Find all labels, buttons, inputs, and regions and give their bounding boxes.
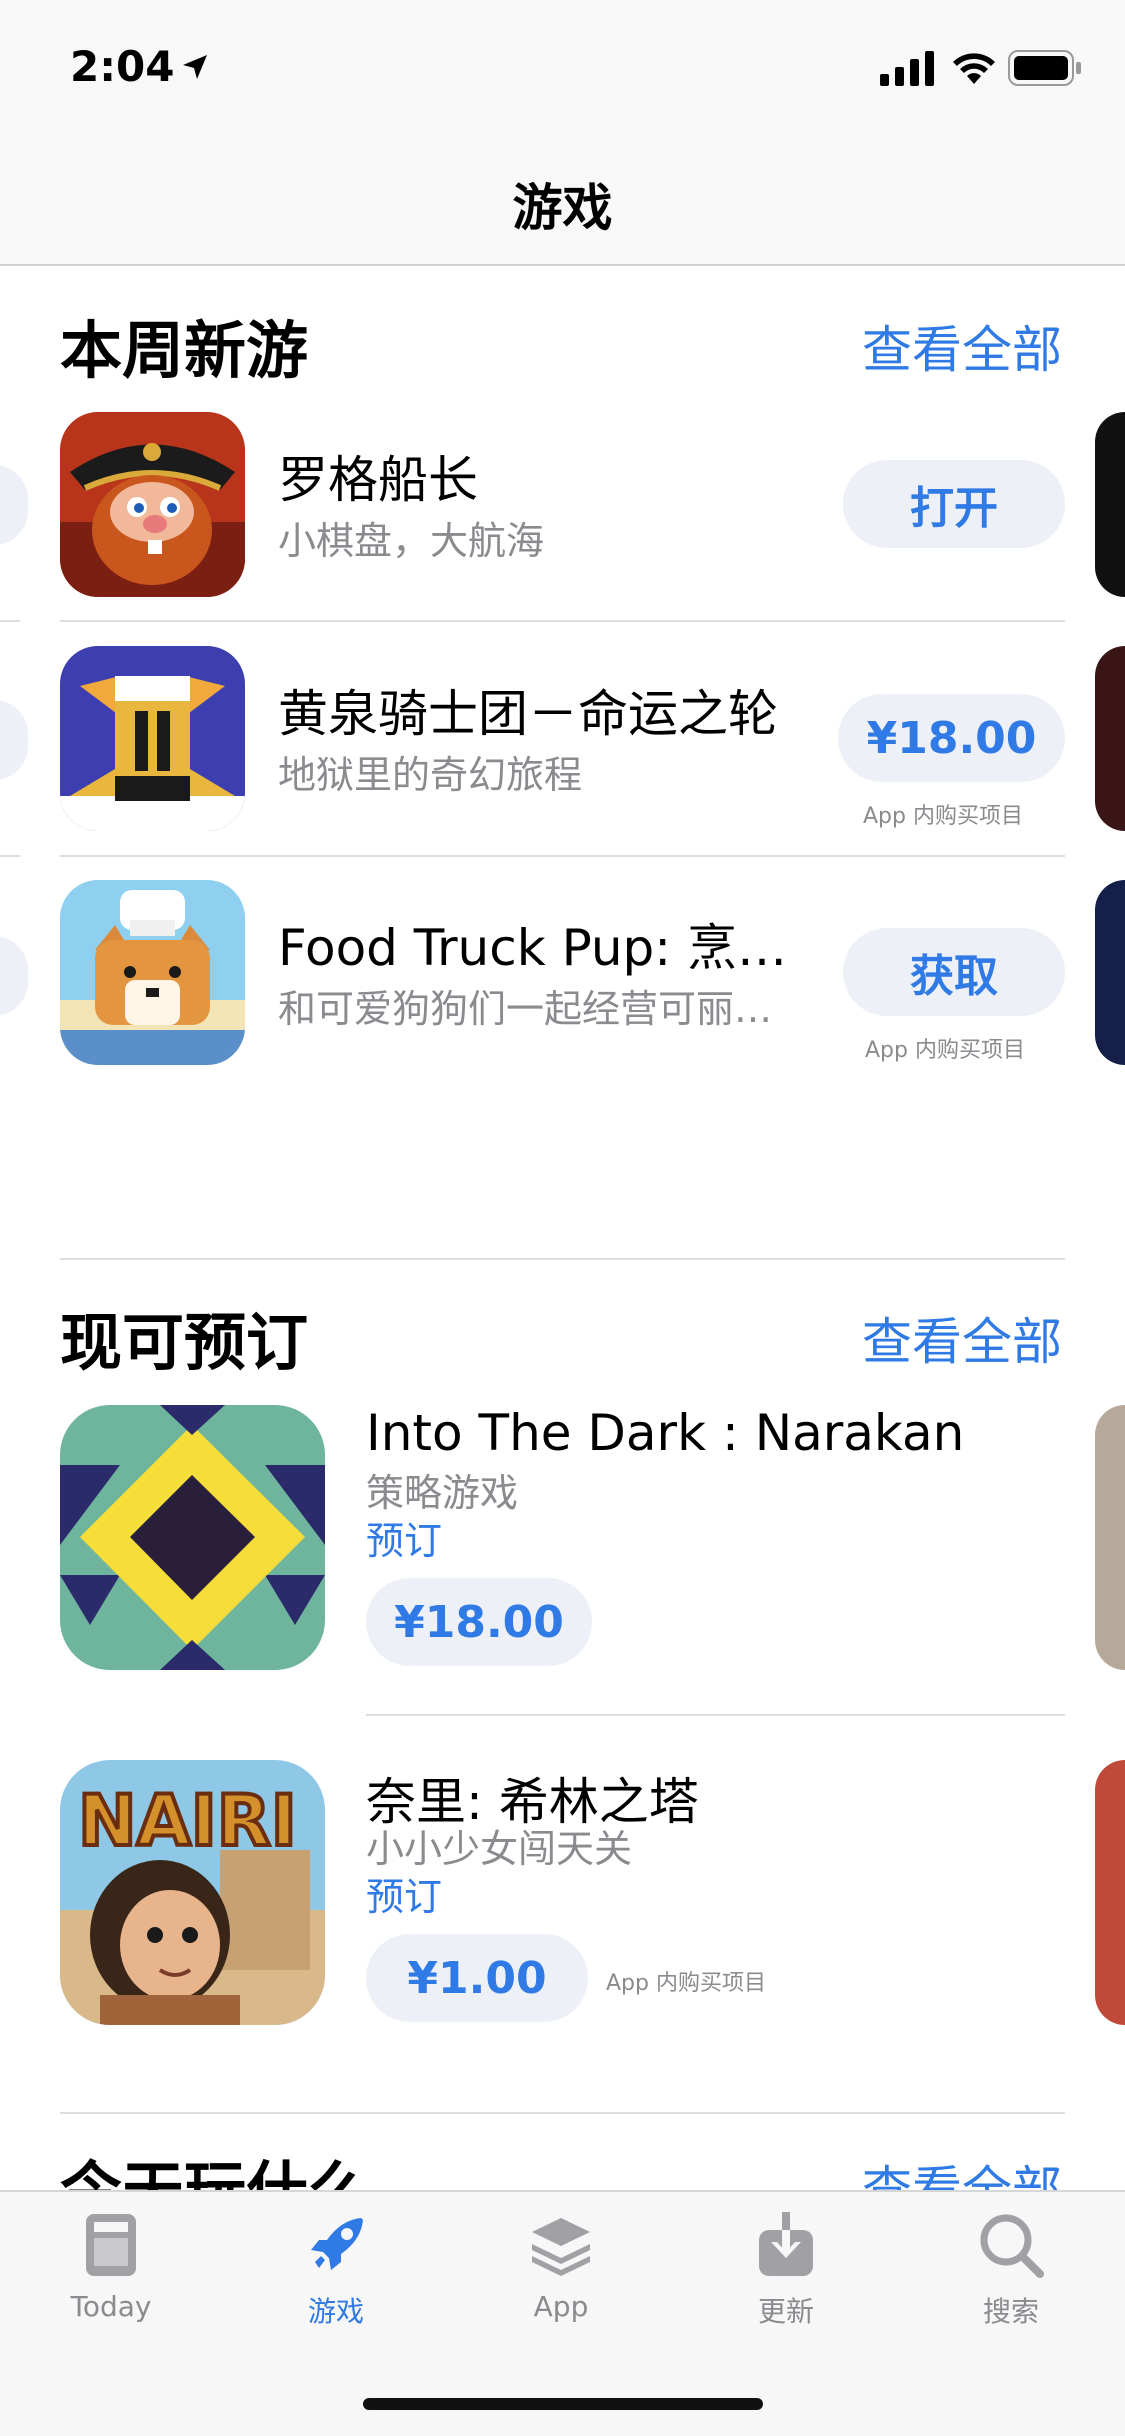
stack-icon xyxy=(532,2218,590,2276)
tab-updates[interactable]: 更新 xyxy=(696,2210,876,2330)
see-all-preorder-link[interactable]: 查看全部 xyxy=(862,1302,1062,1374)
tab-label: Today xyxy=(70,2290,152,2323)
app-title[interactable]: Food Truck Pup: 烹… xyxy=(278,908,787,980)
preorder-tag: 预订 xyxy=(366,1875,443,1919)
tab-apps[interactable]: App xyxy=(471,2210,651,2323)
app-subtitle: 地狱里的奇幻旅程 xyxy=(278,753,583,797)
row-divider xyxy=(60,855,1065,857)
section-divider xyxy=(60,1258,1065,1260)
see-all-new-this-week-link[interactable]: 查看全部 xyxy=(862,310,1062,382)
signal-icon xyxy=(880,51,934,86)
app-subtitle: 和可爱狗狗们一起经营可丽… xyxy=(278,987,773,1031)
location-arrow-icon xyxy=(183,55,207,79)
get-button[interactable]: 获取 xyxy=(843,928,1065,1016)
search-icon xyxy=(980,2214,1044,2278)
row-divider xyxy=(60,620,1065,622)
today-icon xyxy=(86,2214,136,2276)
home-indicator[interactable] xyxy=(363,2398,763,2410)
nav-divider xyxy=(0,264,1125,266)
app-icon-captain-rogue[interactable] xyxy=(60,412,245,597)
app-title[interactable]: 黄泉骑士团－命运之轮 xyxy=(278,674,778,746)
row-divider xyxy=(366,1714,1065,1716)
section-divider xyxy=(60,2112,1065,2114)
in-app-purchase-note: App 内购买项目 xyxy=(865,1038,1025,1063)
next-card-peek[interactable] xyxy=(1095,1760,1125,2025)
app-icon-underworld-knights[interactable] xyxy=(60,646,245,831)
in-app-purchase-note: App 内购买项目 xyxy=(863,804,1023,829)
next-card-peek[interactable] xyxy=(1095,412,1125,597)
row-divider xyxy=(0,620,20,622)
app-icon-food-truck-pup[interactable] xyxy=(60,880,245,1065)
tab-today[interactable]: Today xyxy=(21,2210,201,2323)
tab-search[interactable]: 搜索 xyxy=(921,2210,1101,2330)
app-title[interactable]: 罗格船长 xyxy=(278,440,478,512)
status-time: 2:04 xyxy=(70,42,175,91)
app-icon-nairi[interactable]: NAIRI xyxy=(60,1760,325,2025)
section-title-new-this-week: 本周新游 xyxy=(60,314,309,387)
tab-label: 更新 xyxy=(757,2295,814,2328)
section-title-preorder: 现可预订 xyxy=(60,1306,309,1379)
prev-card-peek[interactable] xyxy=(0,700,28,780)
rocket-icon xyxy=(311,2218,363,2270)
app-subtitle: 小棋盘，大航海 xyxy=(278,519,545,563)
tab-bar-divider xyxy=(0,2190,1125,2192)
tab-label: 搜索 xyxy=(982,2295,1039,2328)
app-subtitle: 策略游戏 xyxy=(366,1471,519,1515)
wifi-icon xyxy=(953,53,995,84)
prev-card-peek[interactable] xyxy=(0,936,28,1016)
app-subtitle: 小小少女闯天关 xyxy=(366,1827,633,1871)
nairi-logo-text: NAIRI xyxy=(78,1780,297,1862)
next-card-peek[interactable] xyxy=(1095,646,1125,831)
next-card-peek[interactable] xyxy=(1095,1405,1125,1670)
download-icon xyxy=(759,2212,813,2276)
next-card-peek[interactable] xyxy=(1095,880,1125,1065)
prev-card-peek[interactable] xyxy=(0,465,28,545)
battery-icon xyxy=(1008,50,1081,86)
tab-games[interactable]: 游戏 xyxy=(246,2210,426,2330)
preorder-price-button[interactable]: ¥18.00 xyxy=(366,1578,592,1666)
row-divider xyxy=(0,855,20,857)
page-title: 游戏 xyxy=(512,179,613,237)
app-icon-into-the-dark[interactable] xyxy=(60,1405,325,1670)
preorder-price-button[interactable]: ¥1.00 xyxy=(366,1934,588,2022)
buy-price-button[interactable]: ¥18.00 xyxy=(838,694,1065,782)
open-button[interactable]: 打开 xyxy=(843,460,1065,548)
tab-label: App xyxy=(533,2290,589,2323)
tab-label: 游戏 xyxy=(307,2295,364,2328)
in-app-purchase-note: App 内购买项目 xyxy=(606,1971,766,1996)
app-title[interactable]: Into The Dark : Narakan xyxy=(366,1404,964,1462)
preorder-tag: 预订 xyxy=(366,1519,443,1563)
